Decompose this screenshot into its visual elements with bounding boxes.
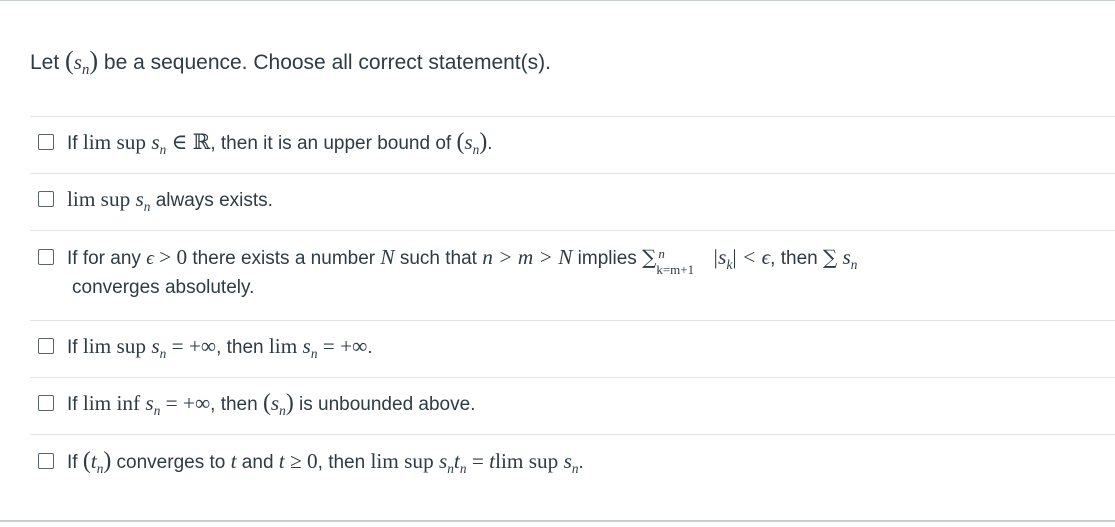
- text-then: , then: [770, 248, 823, 269]
- math-abs-s: |s: [712, 245, 727, 269]
- checkbox[interactable]: [38, 395, 54, 411]
- text-period: .: [367, 337, 373, 358]
- option-text: If lim inf sn = +∞, then (sn) is unbound…: [67, 390, 476, 418]
- math-limsup: lim sup: [370, 449, 434, 473]
- option-text: If (tn) converges to t and t ≥ 0, then l…: [67, 448, 584, 476]
- math-liminf: lim inf: [82, 391, 141, 415]
- text-and: and: [236, 452, 279, 473]
- question-suffix: be a sequence. Choose all correct statem…: [98, 51, 551, 74]
- math-s: s: [151, 130, 160, 154]
- math-sub-n: n: [279, 402, 286, 418]
- text-if: If: [67, 452, 83, 473]
- math-limsup: lim sup: [82, 334, 147, 358]
- math-relation: n > m > N: [482, 245, 573, 269]
- checkbox[interactable]: [38, 453, 54, 469]
- math-lim: lim: [268, 334, 298, 358]
- sum-symbol: ∑: [823, 245, 838, 269]
- text-period: .: [487, 133, 493, 154]
- math-s: s: [302, 334, 311, 358]
- text-if-for-any: If for any: [67, 248, 147, 269]
- math-sub-n: n: [571, 460, 579, 476]
- math-s: s: [135, 187, 144, 211]
- question-prompt: Let (sn) be a sequence. Choose all corre…: [30, 46, 551, 79]
- text-if: If: [67, 337, 83, 358]
- math-s: s: [842, 245, 851, 269]
- math-s: s: [464, 130, 473, 154]
- option-text: If for any ϵ > 0 there exists a number N…: [67, 242, 858, 277]
- text-period: .: [578, 452, 584, 473]
- text-unbounded: is unbounded above.: [293, 394, 476, 415]
- math-N: N: [380, 245, 395, 269]
- math-limsup: lim sup: [495, 449, 559, 473]
- math-ge-zero: ≥ 0: [284, 449, 318, 473]
- text-then: , then: [317, 452, 371, 473]
- divider: [30, 230, 1115, 231]
- question-prefix: Let: [30, 51, 66, 74]
- option-text-line2: converges absolutely.: [72, 277, 255, 298]
- frame-bottom-border: [0, 520, 1115, 522]
- math-epsilon: ϵ: [146, 248, 154, 269]
- math-lt-epsilon: < ϵ: [736, 245, 771, 269]
- option-text: lim sup sn always exists.: [67, 184, 273, 216]
- math-eq: =: [466, 449, 490, 473]
- checkbox[interactable]: [38, 191, 54, 207]
- math-eq-infinity: = +∞: [317, 334, 368, 358]
- math-limsup: lim sup: [67, 187, 131, 211]
- divider: [30, 320, 1115, 321]
- text-implies: implies: [572, 248, 643, 269]
- divider: [30, 116, 1115, 117]
- math-s: s: [145, 391, 154, 415]
- math-limsup: lim sup: [82, 130, 147, 154]
- math-s: s: [563, 449, 572, 473]
- option-text: If lim sup sn ∈ ℝ, then it is an upper b…: [67, 129, 493, 157]
- text-upper-bound: , then it is an upper bound of: [210, 133, 457, 154]
- text-if: If: [67, 394, 83, 415]
- math-eq-infinity: = +∞: [166, 334, 217, 358]
- text-always-exists: always exists.: [150, 190, 273, 211]
- math-gt-zero: > 0: [153, 245, 188, 269]
- seq-symbol: s: [73, 50, 82, 74]
- math-sub-n: n: [447, 460, 454, 476]
- frame-top-border: [0, 0, 1115, 1]
- text-then: , then: [210, 394, 263, 415]
- math-s: s: [151, 334, 160, 358]
- divider: [30, 377, 1115, 378]
- checkbox[interactable]: [38, 338, 54, 354]
- math-eq-infinity: = +∞: [160, 391, 211, 415]
- math-in-reals: ∈ ℝ: [166, 130, 211, 154]
- checkbox[interactable]: [38, 249, 54, 265]
- math-sub-n: n: [850, 256, 858, 272]
- math-s: s: [270, 391, 280, 415]
- checkbox[interactable]: [38, 134, 54, 150]
- text-converges-to: converges to: [111, 452, 231, 473]
- text-then: , then: [216, 337, 269, 358]
- option-text: If lim sup sn = +∞, then lim sn = +∞.: [67, 331, 373, 363]
- divider: [30, 434, 1115, 435]
- text-such-that: such that: [394, 248, 483, 269]
- divider: [30, 173, 1115, 174]
- math-sub-n: n: [459, 460, 467, 476]
- text-there-exists: there exists a number: [187, 248, 381, 269]
- text-if: If: [67, 133, 83, 154]
- sum-lower-limit: k=m+1: [656, 261, 695, 277]
